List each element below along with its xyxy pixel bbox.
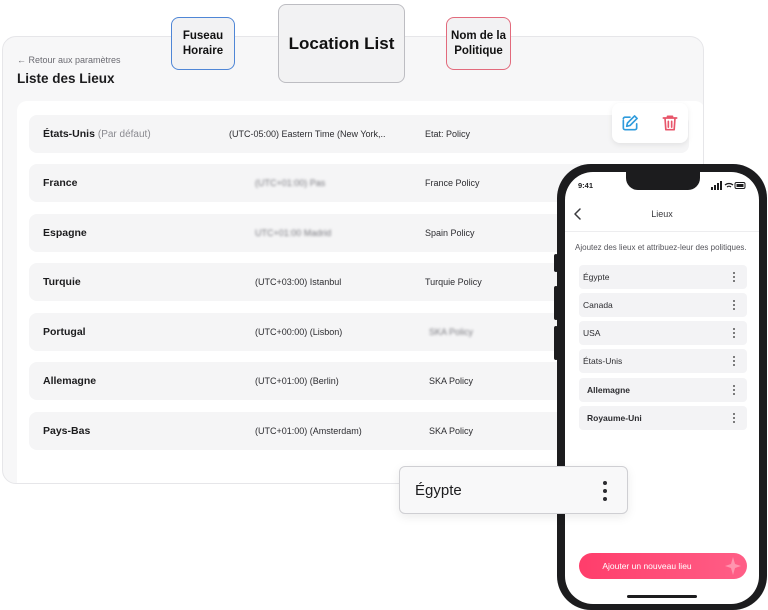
add-location-button[interactable]: Ajouter un nouveau lieu [579,553,747,579]
policy-cell: SKA Policy [429,376,474,386]
policy-cell: SKA Policy [429,426,474,436]
timezone-cell: (UTC+03:00) Istanbul [255,277,342,287]
timezone-cell: (UTC+00:00) (Lisbon) [255,327,343,337]
floating-item-label: Égypte [415,482,462,499]
list-item-label: Royaume-Uni [587,413,642,423]
location-name: Espagne [43,227,87,239]
location-name: Pays-Bas [43,425,91,437]
phone-notch [626,172,700,190]
more-vertical-icon[interactable] [731,384,737,396]
floating-list-item[interactable]: Égypte [399,466,628,514]
timezone-cell: (UTC+01:00) (Berlin) [255,376,339,386]
edit-icon[interactable] [620,113,640,133]
more-vertical-icon[interactable] [600,480,610,502]
timezone-cell: (UTC-05:00) Eastern Time (New York,.. [229,129,386,139]
location-name: France [43,177,78,189]
more-vertical-icon[interactable] [731,355,737,367]
location-name: Allemagne [43,375,97,387]
list-item[interactable]: États-Unis [579,349,747,373]
list-item-label: Égypte [583,272,610,282]
list-item[interactable]: Égypte [579,265,747,289]
list-item-label: Canada [583,300,613,310]
policy-cell: Spain Policy [425,228,475,238]
table-row[interactable]: États-Unis (Par défaut) (UTC-05:00) East… [29,115,689,153]
policy-cell: Turquie Policy [425,277,482,287]
callout-policy-name: Nom de la Politique [446,17,511,70]
list-item[interactable]: Canada [579,293,747,317]
location-name: États-Unis (Par défaut) [43,128,151,140]
back-link[interactable]: ← Retour aux paramètres [17,55,121,65]
phone-screen: 9:41 Lieux Ajoutez des lieux et attribue… [565,172,759,604]
list-item[interactable]: USA [579,321,747,345]
policy-cell: SKA Policy [429,327,474,337]
phone-side-button [554,286,558,320]
status-icons [711,181,746,190]
list-item-label: Allemagne [587,385,630,395]
default-tag: (Par défaut) [97,129,151,140]
callout-timezone: Fuseau Horaire [171,17,235,70]
more-vertical-icon[interactable] [731,271,737,283]
timezone-cell: (UTC+01:00) Pas [255,178,326,188]
policy-cell: France Policy [425,178,480,188]
more-vertical-icon[interactable] [731,327,737,339]
mobile-intro-text: Ajoutez des lieux et attribuez-leur des … [575,243,747,252]
list-item-label: USA [583,328,601,338]
add-location-label: Ajouter un nouveau lieu [602,561,692,571]
more-vertical-icon[interactable] [731,412,737,424]
phone-side-button [554,254,558,272]
list-item[interactable]: Allemagne [579,378,747,402]
timezone-cell: (UTC+01:00) (Amsterdam) [255,426,362,436]
list-item-label: États-Unis [583,356,623,366]
policy-cell: Etat: Policy [425,129,471,139]
phone-side-button [554,326,558,360]
timezone-cell: UTC+01:00 Madrid [255,228,332,238]
mobile-nav-bar: Lieux [565,198,759,232]
callout-location-list: Location List [278,4,405,83]
status-time: 9:41 [578,181,594,190]
location-name: Portugal [43,326,86,338]
mobile-nav-title: Lieux [651,209,673,219]
trash-icon[interactable] [660,113,680,133]
phone-mockup: 9:41 Lieux Ajoutez des lieux et attribue… [554,164,767,610]
list-item[interactable]: Royaume-Uni [579,406,747,430]
sparkle-icon [725,557,741,575]
home-indicator [627,595,697,598]
location-name: Turquie [43,276,81,288]
more-vertical-icon[interactable] [731,299,737,311]
row-actions [612,103,688,143]
page-title: Liste des Lieux [17,71,115,86]
